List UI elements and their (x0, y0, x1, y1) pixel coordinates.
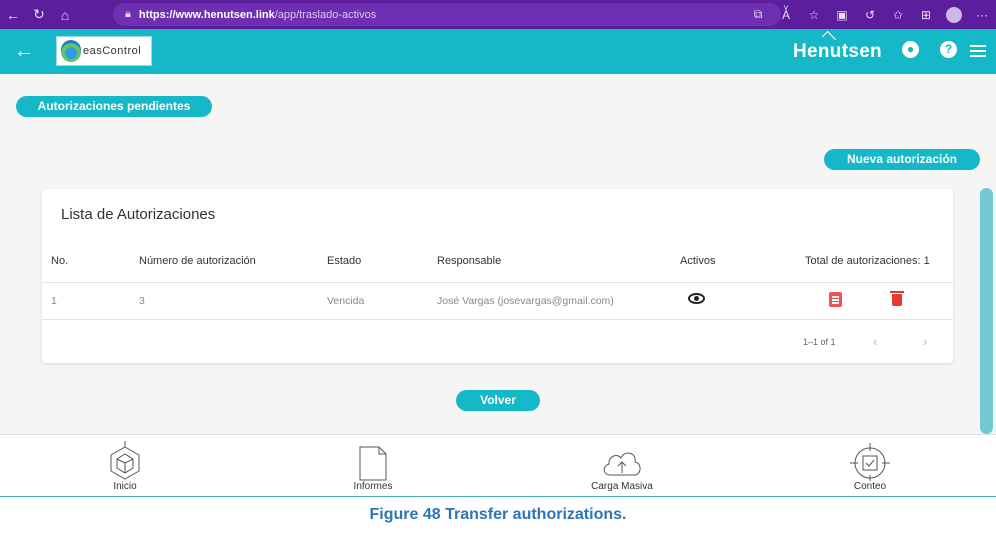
screen: ← ↻ ⌂ 🔒︎ https://www.henutsen.link/app/t… (0, 0, 996, 534)
url-path: /app/traslado-activos (274, 8, 377, 21)
url-text: https://www.henutsen.link/app/traslado-a… (139, 9, 376, 21)
row-divider (42, 319, 953, 320)
cell-responsible: José Vargas (josevargas@gmail.com) (437, 295, 614, 307)
browser-home-icon[interactable]: ⌂ (52, 7, 78, 23)
column-header-assets: Activos (680, 255, 716, 267)
nav-label-inicio: Inicio (113, 481, 137, 492)
extensions-icon[interactable]: ⧉ (744, 7, 772, 22)
bottom-nav: Inicio Informes Carga Masiva Conteo (0, 434, 996, 497)
user-account-icon[interactable]: ● (902, 41, 919, 58)
company-logo: easControl (56, 36, 152, 66)
split-icon[interactable]: ⊞ (912, 8, 940, 22)
column-header-responsible: Responsable (437, 255, 502, 267)
total-authorizations-label: Total de autorizaciones: 1 (805, 255, 930, 267)
card-title: Lista de Autorizaciones (61, 206, 216, 223)
more-icon[interactable]: ··· (968, 8, 996, 22)
favorites-icon[interactable]: ☆ (800, 8, 828, 22)
browser-back-icon[interactable]: ← (0, 7, 26, 23)
nav-label-conteo: Conteo (853, 481, 887, 492)
next-page-icon[interactable]: › (923, 334, 927, 349)
collections-icon[interactable]: ▣ (828, 8, 856, 22)
back-button[interactable]: Volver (456, 390, 540, 411)
figure-caption: Figure 48 Transfer authorizations. (369, 506, 627, 523)
nav-item-conteo[interactable]: Conteo (810, 435, 930, 498)
column-header-number: Número de autorización (139, 255, 256, 267)
section-title-chip: Autorizaciones pendientes (16, 96, 212, 117)
url-host: https://www.henutsen.link (138, 8, 275, 21)
nav-item-carga-masiva[interactable]: Carga Masiva (562, 435, 682, 498)
profile-avatar[interactable] (946, 6, 962, 23)
app-header: ← easControl Henutsen ● ? (0, 29, 996, 74)
read-aloud-icon[interactable]: Aͮ (772, 8, 800, 22)
new-authorization-button[interactable]: Nueva autorización (824, 149, 980, 170)
back-arrow-icon[interactable]: ← (14, 39, 34, 63)
logo-text: easControl (83, 45, 142, 57)
favorites-bar-icon[interactable]: ✩ (884, 8, 912, 22)
report-icon[interactable] (829, 292, 842, 307)
crosshair-check-icon (850, 443, 890, 481)
help-icon[interactable]: ? (940, 41, 957, 58)
delete-icon[interactable] (890, 291, 904, 306)
address-bar[interactable]: 🔒︎ https://www.henutsen.link/app/traslad… (113, 3, 781, 26)
sync-icon[interactable]: ↺ (856, 8, 884, 22)
view-assets-icon[interactable] (688, 293, 705, 304)
cloud-upload-icon (603, 452, 641, 476)
column-header-no: No. (51, 255, 69, 267)
prev-page-icon[interactable]: ‹ (873, 334, 877, 349)
fingerprint-logo-icon (61, 40, 81, 62)
pagination-range: 1–1 of 1 (803, 337, 836, 347)
authorizations-card: Lista de Autorizaciones No. Número de au… (42, 189, 953, 363)
scrollbar[interactable] (980, 188, 993, 434)
nav-label-informes: Informes (353, 481, 393, 492)
header-divider (42, 282, 953, 283)
menu-icon[interactable] (970, 45, 986, 57)
nav-label-carga-masiva: Carga Masiva (591, 481, 653, 492)
document-icon (359, 446, 387, 481)
column-header-status: Estado (327, 255, 362, 267)
brand-logo: Henutsen (793, 41, 882, 62)
browser-toolbar: ← ↻ ⌂ 🔒︎ https://www.henutsen.link/app/t… (0, 0, 996, 29)
cube-icon (110, 441, 140, 480)
nav-item-inicio[interactable]: Inicio (65, 435, 185, 498)
cell-no: 1 (51, 295, 57, 307)
nav-item-informes[interactable]: Informes (313, 435, 433, 498)
cell-status: Vencida (327, 295, 365, 307)
browser-actions: ⧉ Aͮ ☆ ▣ ↺ ✩ ⊞ ··· (744, 0, 996, 29)
cell-number: 3 (139, 295, 145, 307)
lock-icon: 🔒︎ (125, 8, 131, 20)
browser-reload-icon[interactable]: ↻ (26, 6, 52, 23)
